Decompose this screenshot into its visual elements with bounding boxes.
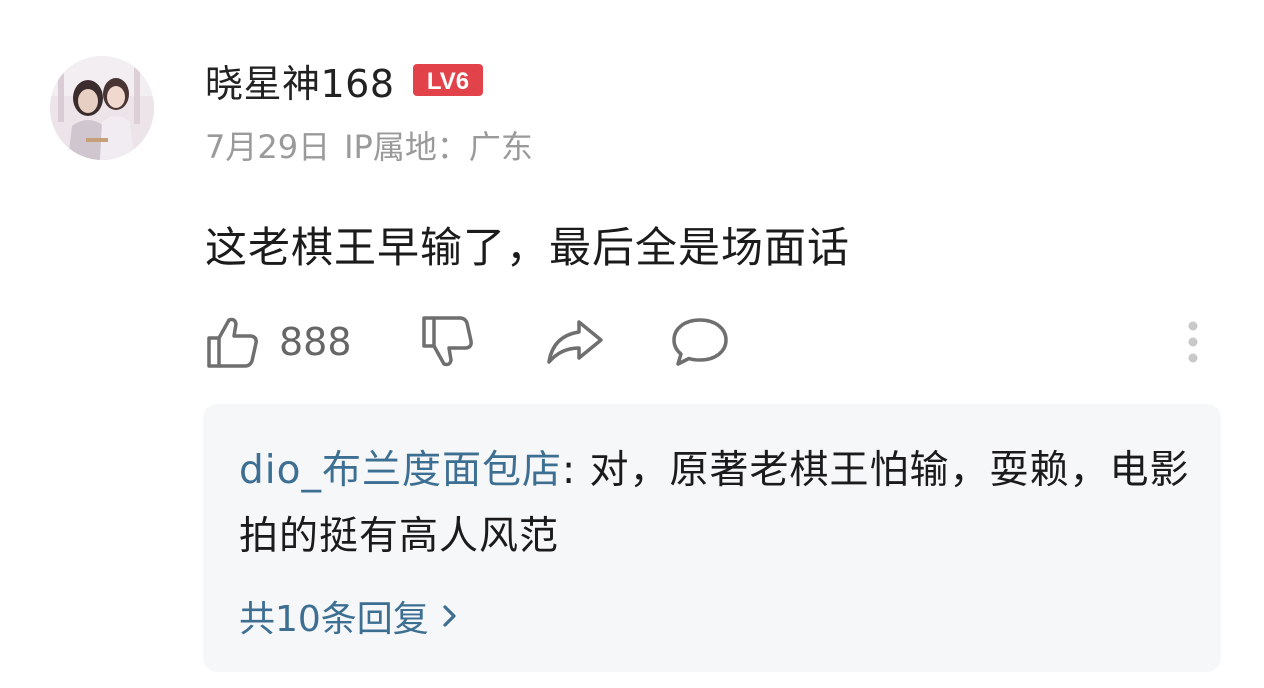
ip-location: IP属地：广东 [344, 128, 533, 166]
reply-separator: : [561, 448, 590, 493]
avatar[interactable] [50, 56, 154, 160]
comment-date: 7月29日 [205, 128, 331, 166]
replies-preview: dio_布兰度面包店: 对，原著老棋王怕输，耍赖，电影拍的挺有高人风范 共10条… [203, 404, 1221, 672]
speech-bubble-icon [672, 318, 728, 366]
vertical-dots-icon [1188, 321, 1198, 363]
level-badge-text: LV6 [426, 68, 468, 95]
view-all-replies-link[interactable]: 共10条回复 [239, 590, 459, 642]
thumbs-down-icon [422, 316, 473, 367]
dislike-button[interactable] [420, 312, 476, 372]
chevron-right-icon [441, 602, 459, 630]
comment-meta: 7月29日 IP属地：广东 [205, 122, 533, 168]
comment-text: 这老棋王早输了，最后全是场面话 [205, 223, 851, 272]
thumbs-up-icon [207, 317, 258, 368]
reply-author[interactable]: dio_布兰度面包店 [239, 448, 562, 493]
reply-button[interactable] [670, 312, 730, 372]
avatar-image [50, 56, 154, 160]
like-button[interactable]: 888 [205, 312, 352, 372]
more-options-button[interactable] [1185, 312, 1201, 372]
share-button[interactable] [545, 312, 605, 372]
level-badge-icon: LV6 [412, 64, 483, 96]
comment-actions: 888 [205, 312, 1215, 372]
like-count: 888 [279, 320, 352, 364]
user-header: 晓星神168 LV6 [205, 56, 483, 106]
share-arrow-icon [547, 320, 603, 364]
more-replies-label: 共10条回复 [239, 599, 429, 640]
username[interactable]: 晓星神168 [205, 53, 395, 108]
reply-preview: dio_布兰度面包店: 对，原著老棋王怕输，耍赖，电影拍的挺有高人风范 [239, 438, 1194, 570]
